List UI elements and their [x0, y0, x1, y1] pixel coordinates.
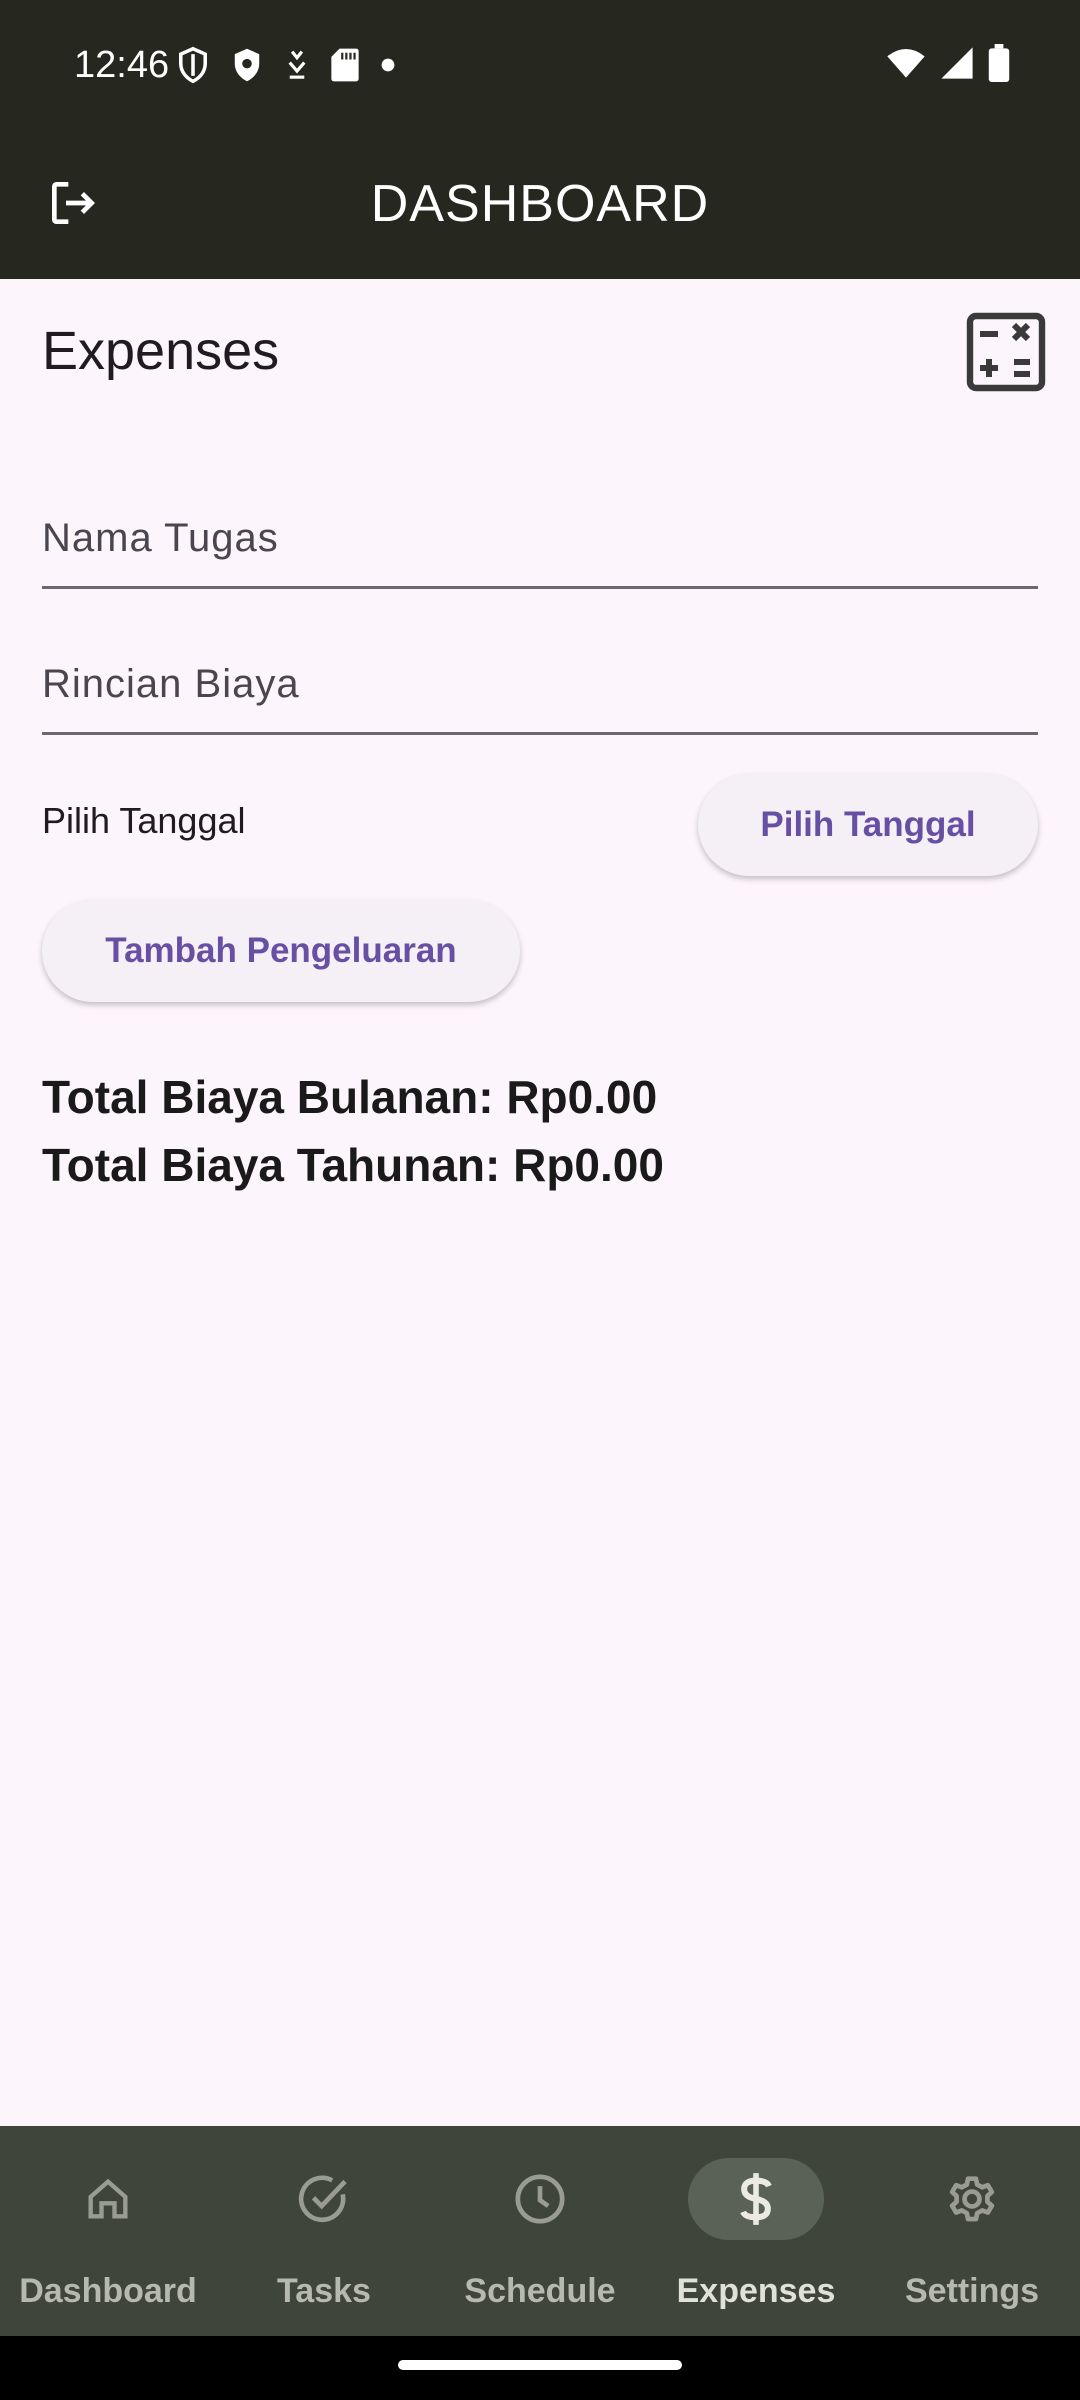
expenses-heading: Expenses [42, 321, 280, 381]
screen: 12:46 DASHBOARD Expenses Nama Tugas Rinc… [0, 0, 1080, 2400]
home-gesture-handle[interactable] [398, 2360, 682, 2370]
cost-detail-input[interactable] [42, 636, 1038, 732]
cost-detail-field-container [42, 636, 1038, 735]
pick-date-button[interactable]: Pilih Tanggal [698, 774, 1038, 876]
status-notification-icons [176, 46, 396, 84]
dollar-icon [740, 2173, 772, 2225]
clock-icon [515, 2174, 565, 2224]
date-label: Pilih Tanggal [42, 800, 246, 841]
check-circle-icon [298, 2175, 347, 2223]
nav-item-schedule[interactable]: Schedule [432, 2126, 648, 2336]
status-system-icons [886, 44, 1010, 82]
page-title: DASHBOARD [370, 175, 710, 233]
task-name-field-container [42, 490, 1038, 589]
status-time: 12:46 [74, 44, 170, 86]
gear-icon [949, 2176, 995, 2222]
yearly-total-text: Total Biaya Tahunan: Rp0.00 [42, 1139, 664, 1191]
download-icon [288, 50, 306, 79]
calculator-button[interactable] [966, 312, 1046, 392]
nav-item-dashboard[interactable]: Dashboard [0, 2126, 216, 2336]
signal-icon [941, 47, 973, 79]
nav-label-expenses: Expenses [676, 2272, 836, 2310]
nav-label-settings: Settings [904, 2272, 1040, 2310]
home-icon [88, 2178, 128, 2219]
add-expense-button[interactable]: Tambah Pengeluaran [42, 900, 520, 1002]
nav-item-expenses[interactable]: Expenses [648, 2126, 864, 2336]
monthly-total-text: Total Biaya Bulanan: Rp0.00 [42, 1071, 658, 1123]
task-name-input[interactable] [42, 490, 1038, 586]
calculator-icon [966, 312, 1046, 392]
nav-icon-container [904, 2158, 1040, 2240]
nav-icon-container [472, 2158, 608, 2240]
shield-outline-icon [179, 46, 207, 84]
shield-filled-icon [234, 48, 260, 82]
dot-icon [381, 58, 395, 72]
sd-card-icon [331, 48, 359, 82]
nav-label-dashboard: Dashboard [19, 2272, 197, 2310]
nav-label-tasks: Tasks [277, 2272, 371, 2310]
nav-label-schedule: Schedule [464, 2272, 616, 2310]
nav-icon-container [256, 2158, 392, 2240]
wifi-icon [887, 49, 925, 78]
battery-icon [988, 44, 1010, 82]
nav-item-tasks[interactable]: Tasks [216, 2126, 432, 2336]
nav-icon-container [688, 2158, 824, 2240]
nav-icon-container [40, 2158, 176, 2240]
nav-item-settings[interactable]: Settings [864, 2126, 1080, 2336]
bottom-navigation: Dashboard Tasks Schedule Expenses Settin… [0, 2126, 1080, 2336]
app-bar: 12:46 DASHBOARD [0, 0, 1080, 279]
